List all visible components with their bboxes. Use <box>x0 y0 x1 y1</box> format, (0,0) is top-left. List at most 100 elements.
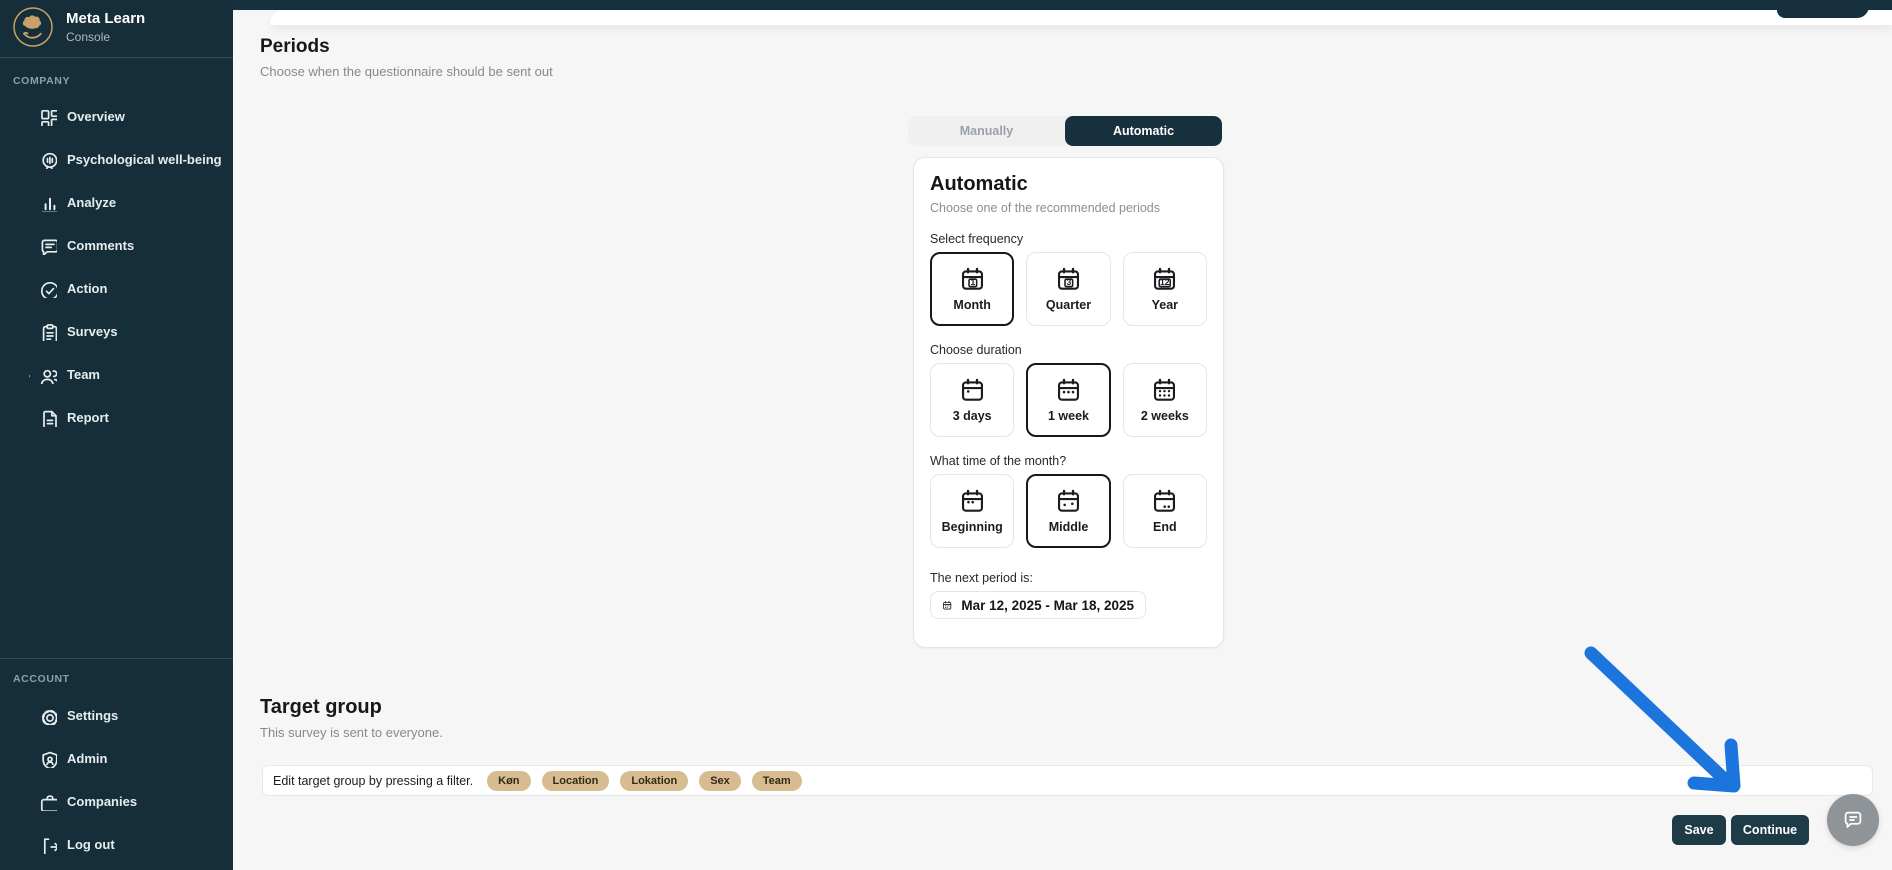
calendar-dots-row-icon <box>1055 377 1082 404</box>
calendar-dots-grid-icon <box>1151 377 1178 404</box>
check-circle-icon <box>38 279 57 298</box>
brain-hand-logo-icon <box>12 6 54 48</box>
calendar-1-icon: 1 <box>959 266 986 293</box>
filter-chip-team[interactable]: Team <box>752 771 802 791</box>
calendar-dots-middle-icon <box>1055 488 1082 515</box>
shield-user-icon <box>38 749 57 768</box>
sidebar-item-report[interactable]: Report <box>0 396 233 439</box>
target-group-title: Target group <box>260 696 443 719</box>
sidebar-item-label: Log out <box>67 837 115 852</box>
option-beginning[interactable]: Beginning <box>930 474 1014 548</box>
sidebar-item-label: Settings <box>67 708 118 723</box>
account-nav: Settings Admin Companies Log out <box>0 694 233 866</box>
company-section-label: COMPANY <box>13 75 70 87</box>
option-label: Quarter <box>1046 298 1091 312</box>
users-icon <box>38 365 57 384</box>
svg-text:1: 1 <box>970 277 975 287</box>
clipboard-icon <box>38 322 57 341</box>
brand-name: Meta Learn <box>66 10 145 27</box>
head-waves-icon <box>38 150 57 169</box>
filter-chip-kon[interactable]: Køn <box>487 771 530 791</box>
scrolled-dark-tab <box>1777 0 1869 18</box>
option-1-week[interactable]: 1 week <box>1026 363 1110 437</box>
option-year[interactable]: 12 Year <box>1123 252 1207 326</box>
next-period-value-field[interactable]: Mar 12, 2025 - Mar 18, 2025 <box>930 591 1146 619</box>
sidebar-item-companies[interactable]: Companies <box>0 780 233 823</box>
next-period-value: Mar 12, 2025 - Mar 18, 2025 <box>961 598 1134 613</box>
sidebar-item-log-out[interactable]: Log out <box>0 823 233 866</box>
sidebar-item-label: Overview <box>67 109 125 124</box>
sidebar-item-label: Companies <box>67 794 137 809</box>
calendar-dots-bottom-icon <box>1151 488 1178 515</box>
sidebar-item-analyze[interactable]: Analyze <box>0 181 233 224</box>
company-nav: Overview Psychological well-being Analyz… <box>0 95 233 439</box>
card-title: Automatic <box>930 173 1207 196</box>
filter-chip-lokation[interactable]: Lokation <box>620 771 688 791</box>
briefcase-icon <box>38 792 57 811</box>
sidebar-item-label: Report <box>67 410 109 425</box>
filter-chip-sex[interactable]: Sex <box>699 771 741 791</box>
sidebar-item-label: Analyze <box>67 195 116 210</box>
calendar-12-icon: 12 <box>1151 266 1178 293</box>
tab-manually[interactable]: Manually <box>908 116 1065 146</box>
gear-icon <box>38 706 57 725</box>
card-subtitle: Choose one of the recommended periods <box>930 201 1207 215</box>
filter-chip-location[interactable]: Location <box>542 771 610 791</box>
scrolled-card-edge <box>270 10 1892 25</box>
option-end[interactable]: End <box>1123 474 1207 548</box>
page-title: Periods <box>260 36 553 58</box>
option-3-days[interactable]: 3 days <box>930 363 1014 437</box>
sidebar-item-settings[interactable]: Settings <box>0 694 233 737</box>
time-of-month-label: What time of the month? <box>930 454 1207 468</box>
sidebar-item-action[interactable]: Action <box>0 267 233 310</box>
sidebar-item-label: Admin <box>67 751 107 766</box>
file-icon <box>38 408 57 427</box>
chat-fab-button[interactable] <box>1827 794 1879 846</box>
target-group-filter-bar: Edit target group by pressing a filter. … <box>262 765 1873 796</box>
logout-icon <box>38 835 57 854</box>
time-of-month-options: Beginning Middle End <box>930 474 1207 548</box>
message-square-icon <box>38 236 57 255</box>
sidebar-item-admin[interactable]: Admin <box>0 737 233 780</box>
schedule-mode-toggle: Manually Automatic <box>908 116 1222 146</box>
tab-automatic[interactable]: Automatic <box>1065 116 1222 146</box>
bar-chart-icon <box>38 193 57 212</box>
svg-text:12: 12 <box>1160 277 1170 287</box>
brand-subtitle: Console <box>66 30 145 44</box>
calendar-3-icon: 3 <box>1055 266 1082 293</box>
calendar-dots-top-icon <box>959 488 986 515</box>
frequency-options: 1 Month 3 Quarter 12 Year <box>930 252 1207 326</box>
sidebar-item-comments[interactable]: Comments <box>0 224 233 267</box>
option-label: End <box>1153 520 1177 534</box>
target-group-header: Target group This survey is sent to ever… <box>260 696 443 740</box>
calendar-icon <box>942 597 952 614</box>
chevron-right-icon[interactable] <box>19 369 30 380</box>
continue-button[interactable]: Continue <box>1731 815 1809 845</box>
sidebar-item-overview[interactable]: Overview <box>0 95 233 138</box>
automatic-card: Automatic Choose one of the recommended … <box>913 157 1224 648</box>
duration-label: Choose duration <box>930 343 1207 357</box>
sidebar: Meta Learn Console COMPANY Overview Psyc… <box>0 0 233 870</box>
frequency-label: Select frequency <box>930 232 1207 246</box>
sidebar-item-psychological-well-being[interactable]: Psychological well-being <box>0 138 233 181</box>
sidebar-item-label: Comments <box>67 238 134 253</box>
account-section-label: ACCOUNT <box>13 673 70 685</box>
grid-icon <box>38 107 57 126</box>
sidebar-item-team[interactable]: Team <box>0 353 233 396</box>
option-month[interactable]: 1 Month <box>930 252 1014 326</box>
calendar-dot-icon <box>959 377 986 404</box>
save-button[interactable]: Save <box>1672 815 1726 845</box>
option-2-weeks[interactable]: 2 weeks <box>1123 363 1207 437</box>
option-quarter[interactable]: 3 Quarter <box>1026 252 1110 326</box>
option-label: 3 days <box>953 409 992 423</box>
target-group-subtitle: This survey is sent to everyone. <box>260 725 443 740</box>
sidebar-divider <box>0 658 233 659</box>
option-label: Beginning <box>942 520 1003 534</box>
sidebar-item-surveys[interactable]: Surveys <box>0 310 233 353</box>
top-dark-strip <box>233 0 1892 10</box>
duration-options: 3 days 1 week 2 weeks <box>930 363 1207 437</box>
option-label: Middle <box>1049 520 1089 534</box>
option-middle[interactable]: Middle <box>1026 474 1110 548</box>
periods-header: Periods Choose when the questionnaire sh… <box>260 36 553 79</box>
option-label: 1 week <box>1048 409 1089 423</box>
